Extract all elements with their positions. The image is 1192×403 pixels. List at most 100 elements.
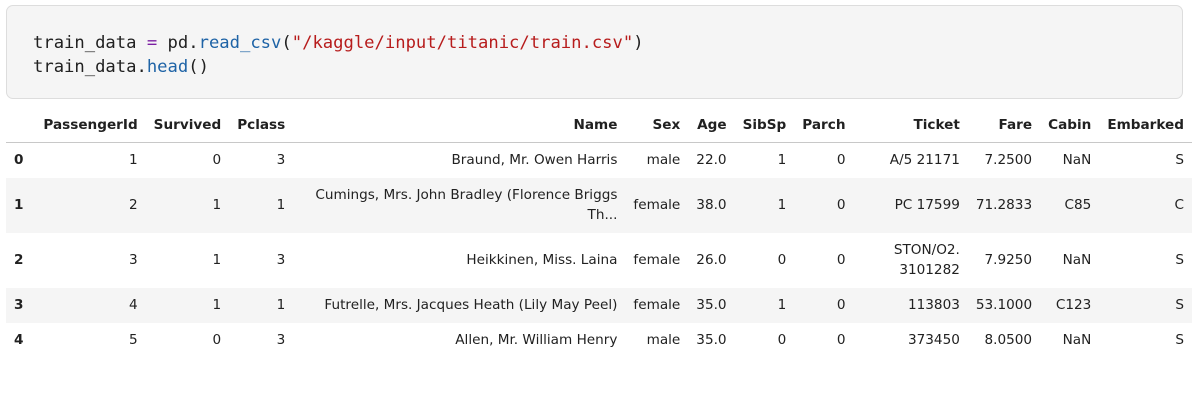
cell-parch: 0 [836, 197, 846, 213]
cell-name: Braund, Mr. Owen Harris [451, 152, 618, 169]
cell-survived: 1 [212, 197, 222, 213]
cell-ticket-line-1: STON/O2. [893, 242, 960, 258]
table-row: 3 4 1 1 Futrelle, Mrs. Jacques Heath (Li… [6, 287, 1192, 323]
cell-fare: 7.9250 [984, 252, 1033, 268]
cell-cabin: NaN [1062, 332, 1092, 348]
cell-age: 26.0 [696, 252, 727, 268]
column-header-survived: Survived [145, 108, 230, 143]
cell-age: 38.0 [696, 197, 727, 213]
cell-embarked: S [1175, 332, 1184, 348]
table-header-row: PassengerId Survived Pclass Name Sex Age… [6, 108, 1192, 143]
cell-sex: female [633, 252, 681, 268]
cell-sibsp: 1 [777, 297, 787, 313]
cell-passengerid: 3 [129, 252, 138, 268]
cell-passengerid: 4 [129, 297, 138, 313]
cell-survived: 1 [212, 252, 222, 268]
column-header-parch: Parch [794, 108, 854, 143]
cell-name: Cumings, Mrs. John Bradley (Florence Bri… [293, 178, 625, 233]
cell-fare: 71.2833 [975, 197, 1033, 213]
cell-survived: 0 [212, 332, 222, 348]
cell-passengerid: 5 [129, 332, 138, 348]
cell-cabin: C85 [1064, 197, 1092, 213]
column-header-embarked: Embarked [1099, 108, 1192, 143]
row-index: 0 [14, 152, 24, 169]
column-header-age: Age [688, 108, 735, 143]
cell-name-line-1: Cumings, Mrs. John Bradley (Florence Bri… [315, 187, 618, 203]
code-token-function: read_csv [198, 33, 282, 53]
column-header-pclass: Pclass [229, 108, 294, 143]
cell-age: 22.0 [696, 152, 727, 169]
cell-pclass: 3 [276, 152, 286, 169]
index-header [6, 108, 36, 143]
code-line-2: train_data.head() [33, 57, 209, 77]
cell-ticket: STON/O2. 3101282 [854, 233, 968, 288]
row-index: 4 [14, 332, 24, 348]
cell-age: 35.0 [696, 332, 727, 348]
cell-parch: 0 [836, 332, 846, 348]
cell-passengerid: 2 [129, 197, 138, 213]
table-row: 2 3 1 3 Heikkinen, Miss. Laina female 26… [6, 233, 1192, 288]
code-cell[interactable]: train_data = pd.read_csv("/kaggle/input/… [6, 5, 1183, 99]
cell-ticket: PC 17599 [894, 197, 960, 213]
column-header-ticket: Ticket [853, 108, 968, 143]
code-token-paren: ( [281, 33, 292, 53]
code-line-1: train_data = pd.read_csv("/kaggle/input/… [33, 33, 644, 53]
cell-ticket-line-2: 3101282 [899, 262, 960, 278]
cell-sex: female [633, 297, 681, 313]
cell-sibsp: 0 [777, 332, 787, 348]
cell-cabin: C123 [1055, 297, 1092, 313]
cell-sex: male [646, 152, 681, 169]
cell-survived: 0 [212, 152, 222, 169]
table-row: 0 1 0 3 Braund, Mr. Owen Harris male 22.… [6, 143, 1192, 178]
cell-parch: 0 [836, 152, 846, 169]
code-editor[interactable]: train_data = pd.read_csv("/kaggle/input/… [33, 31, 644, 79]
cell-survived: 1 [212, 297, 222, 313]
cell-pclass: 3 [276, 252, 286, 268]
cell-sibsp: 1 [777, 197, 787, 213]
dataframe-output-table: PassengerId Survived Pclass Name Sex Age… [6, 108, 1192, 358]
cell-embarked: S [1175, 152, 1184, 169]
row-index: 2 [14, 252, 24, 268]
cell-pclass: 3 [276, 332, 286, 348]
cell-age: 35.0 [696, 297, 727, 313]
cell-fare: 7.2500 [984, 152, 1033, 169]
column-header-sex: Sex [625, 108, 689, 143]
cell-sex: female [633, 197, 681, 213]
column-header-sibsp: SibSp [734, 108, 795, 143]
cell-fare: 8.0500 [984, 332, 1033, 348]
code-token-variable: train_data [33, 33, 147, 53]
code-token-string: "/kaggle/input/titanic/train.csv" [291, 33, 634, 53]
cell-parch: 0 [836, 252, 846, 268]
cell-name: Futrelle, Mrs. Jacques Heath (Lily May P… [324, 297, 618, 313]
table-row: 4 5 0 3 Allen, Mr. William Henry male 35… [6, 323, 1192, 358]
cell-ticket: 113803 [907, 297, 960, 313]
code-token-operator: = [146, 33, 158, 53]
cell-embarked: C [1174, 197, 1185, 213]
cell-pclass: 1 [276, 297, 286, 313]
cell-ticket: 373450 [907, 332, 960, 348]
cell-parch: 0 [836, 297, 846, 313]
column-header-fare: Fare [967, 108, 1041, 143]
table-row: 1 2 1 1 Cumings, Mrs. John Bradley (Flor… [6, 177, 1192, 233]
cell-name-line-2: Th... [587, 207, 618, 223]
cell-fare: 53.1000 [975, 297, 1033, 313]
cell-passengerid: 1 [129, 152, 138, 169]
code-token-module: pd. [157, 33, 199, 53]
row-index: 3 [14, 297, 24, 313]
cell-name: Allen, Mr. William Henry [455, 332, 618, 348]
row-index: 1 [14, 197, 24, 213]
cell-sex: male [646, 332, 681, 348]
cell-embarked: S [1175, 252, 1184, 268]
cell-cabin: NaN [1062, 152, 1092, 169]
code-token-function: head [146, 57, 189, 77]
cell-sibsp: 0 [777, 252, 787, 268]
cell-cabin: NaN [1062, 252, 1092, 268]
cell-pclass: 1 [276, 197, 286, 213]
code-token-paren: ) [633, 33, 644, 53]
cell-sibsp: 1 [777, 152, 787, 169]
cell-ticket: A/5 21171 [889, 152, 960, 169]
cell-name: Heikkinen, Miss. Laina [466, 252, 618, 268]
column-header-passengerid: PassengerId [35, 108, 146, 143]
column-header-cabin: Cabin [1040, 108, 1100, 143]
column-header-name: Name [293, 108, 626, 143]
